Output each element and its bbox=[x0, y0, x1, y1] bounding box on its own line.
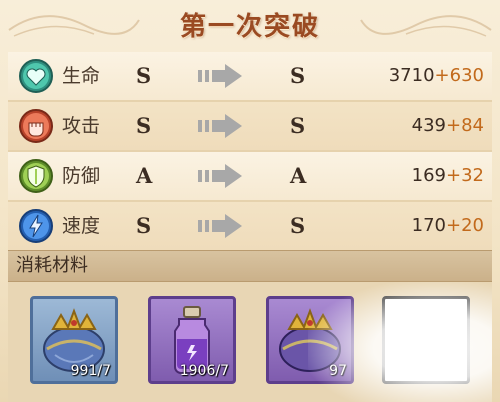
stat-bonus: +84 bbox=[446, 115, 484, 136]
stat-base: 170 bbox=[411, 215, 446, 236]
stat-value: 3710+630 bbox=[389, 52, 484, 100]
stat-base: 3710 bbox=[388, 65, 435, 86]
materials-title: 消耗材料 bbox=[16, 255, 88, 276]
stat-value: 169+32 bbox=[412, 152, 484, 200]
material-count: 1906/7 bbox=[179, 363, 229, 379]
fist-icon bbox=[19, 109, 53, 143]
materials-header: 消耗材料 bbox=[8, 250, 492, 282]
page-title: 第一次突破 bbox=[179, 11, 320, 42]
stat-grade-to: S bbox=[290, 63, 306, 88]
material-slot-empty[interactable] bbox=[382, 296, 470, 384]
material-slot-potion-purple[interactable]: 1906/7 bbox=[148, 296, 236, 384]
stat-value: 170+20 bbox=[412, 202, 484, 250]
material-count: 991/7 bbox=[70, 363, 111, 379]
stat-label: 防御 bbox=[62, 165, 101, 187]
ornament-left-icon bbox=[8, 15, 140, 37]
material-count: 97 bbox=[329, 363, 347, 379]
stat-row-defense: 防御 A A 169+32 bbox=[8, 152, 492, 202]
stat-grade-from: A bbox=[136, 163, 153, 188]
stat-row-life: 生命 S S 3710+630 bbox=[8, 52, 492, 102]
heart-icon bbox=[19, 59, 53, 93]
stats-list: 生命 S S 3710+630 攻击 S S 439+84 防御 A A 169… bbox=[8, 52, 492, 252]
stat-label: 速度 bbox=[62, 215, 101, 237]
stat-grade-from: S bbox=[136, 213, 152, 238]
ornament-right-icon bbox=[360, 15, 492, 37]
arrow-right-icon bbox=[198, 164, 242, 188]
material-slot-crown-purple[interactable]: 97 bbox=[266, 296, 354, 384]
arrow-right-icon bbox=[198, 214, 242, 238]
stat-label: 攻击 bbox=[62, 115, 101, 137]
stat-grade-from: S bbox=[136, 63, 152, 88]
arrow-right-icon bbox=[198, 114, 242, 138]
arrow-right-icon bbox=[198, 64, 242, 88]
stat-base: 169 bbox=[411, 165, 446, 186]
stat-label: 生命 bbox=[62, 65, 101, 87]
stat-grade-to: A bbox=[290, 163, 307, 188]
stat-bonus: +32 bbox=[446, 165, 484, 186]
breakthrough-panel: 第一次突破 生命 S S 3710+630 攻击 S S 439+84 防御 A… bbox=[0, 0, 500, 402]
lightning-icon bbox=[19, 209, 53, 243]
materials-list: 991/7 1906/7 97 bbox=[8, 282, 492, 402]
stat-base: 439 bbox=[411, 115, 446, 136]
shield-icon bbox=[19, 159, 53, 193]
stat-grade-to: S bbox=[290, 113, 306, 138]
stat-grade-from: S bbox=[136, 113, 152, 138]
stat-row-attack: 攻击 S S 439+84 bbox=[8, 102, 492, 152]
stat-value: 439+84 bbox=[412, 102, 484, 150]
stat-bonus: +630 bbox=[434, 65, 484, 86]
stat-row-speed: 速度 S S 170+20 bbox=[8, 202, 492, 252]
stat-bonus: +20 bbox=[446, 215, 484, 236]
material-slot-crown-blue[interactable]: 991/7 bbox=[30, 296, 118, 384]
stat-grade-to: S bbox=[290, 213, 306, 238]
